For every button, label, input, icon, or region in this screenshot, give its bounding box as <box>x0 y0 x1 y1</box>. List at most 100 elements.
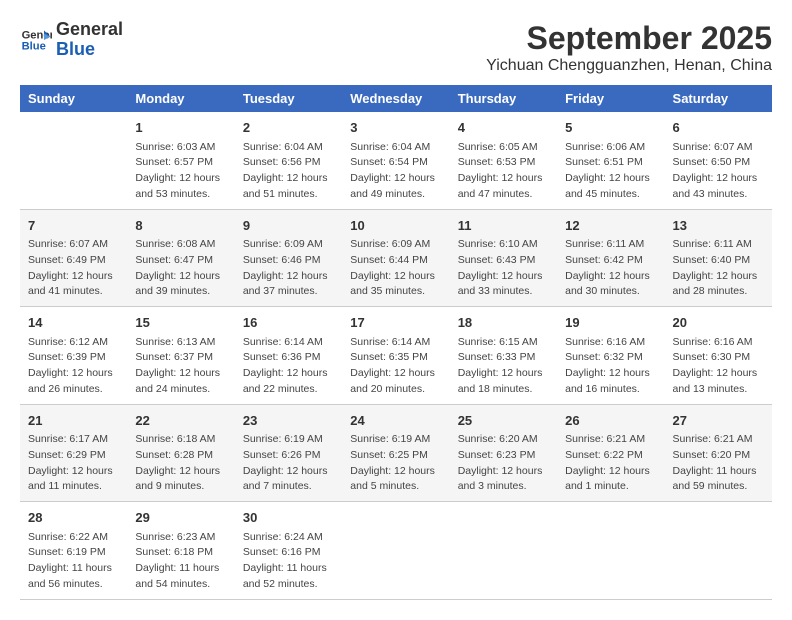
calendar-week-row: 7Sunrise: 6:07 AM Sunset: 6:49 PM Daylig… <box>20 209 772 307</box>
day-info: Sunrise: 6:09 AM Sunset: 6:46 PM Dayligh… <box>243 237 334 300</box>
calendar-cell: 30Sunrise: 6:24 AM Sunset: 6:16 PM Dayli… <box>235 502 342 600</box>
calendar-cell <box>665 502 772 600</box>
day-info: Sunrise: 6:18 AM Sunset: 6:28 PM Dayligh… <box>135 432 226 495</box>
weekday-header: Wednesday <box>342 85 449 112</box>
day-info: Sunrise: 6:13 AM Sunset: 6:37 PM Dayligh… <box>135 335 226 398</box>
day-info: Sunrise: 6:19 AM Sunset: 6:25 PM Dayligh… <box>350 432 441 495</box>
day-number: 23 <box>243 411 334 431</box>
day-number: 7 <box>28 216 119 236</box>
calendar-cell: 7Sunrise: 6:07 AM Sunset: 6:49 PM Daylig… <box>20 209 127 307</box>
calendar-cell: 23Sunrise: 6:19 AM Sunset: 6:26 PM Dayli… <box>235 404 342 502</box>
calendar-table: SundayMondayTuesdayWednesdayThursdayFrid… <box>20 85 772 600</box>
day-info: Sunrise: 6:14 AM Sunset: 6:36 PM Dayligh… <box>243 335 334 398</box>
day-info: Sunrise: 6:19 AM Sunset: 6:26 PM Dayligh… <box>243 432 334 495</box>
page-header: General Blue General Blue September 2025… <box>20 20 772 75</box>
page-subtitle: Yichuan Chengguanzhen, Henan, China <box>486 57 772 75</box>
day-number: 19 <box>565 313 656 333</box>
day-info: Sunrise: 6:08 AM Sunset: 6:47 PM Dayligh… <box>135 237 226 300</box>
day-number: 12 <box>565 216 656 236</box>
day-info: Sunrise: 6:03 AM Sunset: 6:57 PM Dayligh… <box>135 140 226 203</box>
day-number: 9 <box>243 216 334 236</box>
day-number: 1 <box>135 118 226 138</box>
calendar-cell: 28Sunrise: 6:22 AM Sunset: 6:19 PM Dayli… <box>20 502 127 600</box>
day-info: Sunrise: 6:14 AM Sunset: 6:35 PM Dayligh… <box>350 335 441 398</box>
calendar-week-row: 28Sunrise: 6:22 AM Sunset: 6:19 PM Dayli… <box>20 502 772 600</box>
calendar-cell: 10Sunrise: 6:09 AM Sunset: 6:44 PM Dayli… <box>342 209 449 307</box>
page-title: September 2025 <box>486 20 772 57</box>
calendar-cell: 5Sunrise: 6:06 AM Sunset: 6:51 PM Daylig… <box>557 112 664 209</box>
weekday-header: Friday <box>557 85 664 112</box>
day-number: 13 <box>673 216 764 236</box>
calendar-cell: 4Sunrise: 6:05 AM Sunset: 6:53 PM Daylig… <box>450 112 557 209</box>
calendar-cell: 22Sunrise: 6:18 AM Sunset: 6:28 PM Dayli… <box>127 404 234 502</box>
day-info: Sunrise: 6:20 AM Sunset: 6:23 PM Dayligh… <box>458 432 549 495</box>
calendar-cell <box>20 112 127 209</box>
calendar-cell: 24Sunrise: 6:19 AM Sunset: 6:25 PM Dayli… <box>342 404 449 502</box>
day-info: Sunrise: 6:11 AM Sunset: 6:40 PM Dayligh… <box>673 237 764 300</box>
calendar-week-row: 21Sunrise: 6:17 AM Sunset: 6:29 PM Dayli… <box>20 404 772 502</box>
day-info: Sunrise: 6:21 AM Sunset: 6:20 PM Dayligh… <box>673 432 764 495</box>
calendar-week-row: 1Sunrise: 6:03 AM Sunset: 6:57 PM Daylig… <box>20 112 772 209</box>
day-number: 5 <box>565 118 656 138</box>
day-info: Sunrise: 6:16 AM Sunset: 6:30 PM Dayligh… <box>673 335 764 398</box>
calendar-cell: 14Sunrise: 6:12 AM Sunset: 6:39 PM Dayli… <box>20 307 127 405</box>
day-info: Sunrise: 6:11 AM Sunset: 6:42 PM Dayligh… <box>565 237 656 300</box>
day-number: 10 <box>350 216 441 236</box>
svg-text:Blue: Blue <box>22 40 46 52</box>
calendar-cell: 6Sunrise: 6:07 AM Sunset: 6:50 PM Daylig… <box>665 112 772 209</box>
day-number: 14 <box>28 313 119 333</box>
day-info: Sunrise: 6:07 AM Sunset: 6:50 PM Dayligh… <box>673 140 764 203</box>
calendar-cell: 3Sunrise: 6:04 AM Sunset: 6:54 PM Daylig… <box>342 112 449 209</box>
calendar-week-row: 14Sunrise: 6:12 AM Sunset: 6:39 PM Dayli… <box>20 307 772 405</box>
day-number: 3 <box>350 118 441 138</box>
day-number: 29 <box>135 508 226 528</box>
day-number: 26 <box>565 411 656 431</box>
day-info: Sunrise: 6:07 AM Sunset: 6:49 PM Dayligh… <box>28 237 119 300</box>
calendar-cell: 17Sunrise: 6:14 AM Sunset: 6:35 PM Dayli… <box>342 307 449 405</box>
calendar-cell: 25Sunrise: 6:20 AM Sunset: 6:23 PM Dayli… <box>450 404 557 502</box>
day-number: 17 <box>350 313 441 333</box>
day-info: Sunrise: 6:21 AM Sunset: 6:22 PM Dayligh… <box>565 432 656 495</box>
logo: General Blue General Blue <box>20 20 123 60</box>
day-number: 25 <box>458 411 549 431</box>
day-number: 4 <box>458 118 549 138</box>
calendar-cell <box>557 502 664 600</box>
day-number: 30 <box>243 508 334 528</box>
weekday-header: Monday <box>127 85 234 112</box>
day-info: Sunrise: 6:09 AM Sunset: 6:44 PM Dayligh… <box>350 237 441 300</box>
day-info: Sunrise: 6:15 AM Sunset: 6:33 PM Dayligh… <box>458 335 549 398</box>
calendar-cell: 1Sunrise: 6:03 AM Sunset: 6:57 PM Daylig… <box>127 112 234 209</box>
calendar-cell: 9Sunrise: 6:09 AM Sunset: 6:46 PM Daylig… <box>235 209 342 307</box>
day-info: Sunrise: 6:17 AM Sunset: 6:29 PM Dayligh… <box>28 432 119 495</box>
weekday-header: Saturday <box>665 85 772 112</box>
calendar-cell: 21Sunrise: 6:17 AM Sunset: 6:29 PM Dayli… <box>20 404 127 502</box>
title-block: September 2025 Yichuan Chengguanzhen, He… <box>486 20 772 75</box>
calendar-cell: 20Sunrise: 6:16 AM Sunset: 6:30 PM Dayli… <box>665 307 772 405</box>
day-number: 20 <box>673 313 764 333</box>
calendar-cell: 16Sunrise: 6:14 AM Sunset: 6:36 PM Dayli… <box>235 307 342 405</box>
calendar-cell: 26Sunrise: 6:21 AM Sunset: 6:22 PM Dayli… <box>557 404 664 502</box>
calendar-cell: 15Sunrise: 6:13 AM Sunset: 6:37 PM Dayli… <box>127 307 234 405</box>
day-info: Sunrise: 6:23 AM Sunset: 6:18 PM Dayligh… <box>135 530 226 593</box>
calendar-cell <box>342 502 449 600</box>
logo-text: General Blue <box>56 20 123 60</box>
day-number: 15 <box>135 313 226 333</box>
day-number: 28 <box>28 508 119 528</box>
calendar-cell: 2Sunrise: 6:04 AM Sunset: 6:56 PM Daylig… <box>235 112 342 209</box>
calendar-cell: 12Sunrise: 6:11 AM Sunset: 6:42 PM Dayli… <box>557 209 664 307</box>
weekday-header: Sunday <box>20 85 127 112</box>
day-number: 16 <box>243 313 334 333</box>
header-row: SundayMondayTuesdayWednesdayThursdayFrid… <box>20 85 772 112</box>
day-number: 2 <box>243 118 334 138</box>
day-number: 22 <box>135 411 226 431</box>
calendar-cell: 18Sunrise: 6:15 AM Sunset: 6:33 PM Dayli… <box>450 307 557 405</box>
day-number: 8 <box>135 216 226 236</box>
day-info: Sunrise: 6:10 AM Sunset: 6:43 PM Dayligh… <box>458 237 549 300</box>
calendar-cell: 27Sunrise: 6:21 AM Sunset: 6:20 PM Dayli… <box>665 404 772 502</box>
calendar-cell: 29Sunrise: 6:23 AM Sunset: 6:18 PM Dayli… <box>127 502 234 600</box>
day-number: 6 <box>673 118 764 138</box>
day-number: 11 <box>458 216 549 236</box>
calendar-cell: 19Sunrise: 6:16 AM Sunset: 6:32 PM Dayli… <box>557 307 664 405</box>
day-info: Sunrise: 6:06 AM Sunset: 6:51 PM Dayligh… <box>565 140 656 203</box>
day-info: Sunrise: 6:05 AM Sunset: 6:53 PM Dayligh… <box>458 140 549 203</box>
